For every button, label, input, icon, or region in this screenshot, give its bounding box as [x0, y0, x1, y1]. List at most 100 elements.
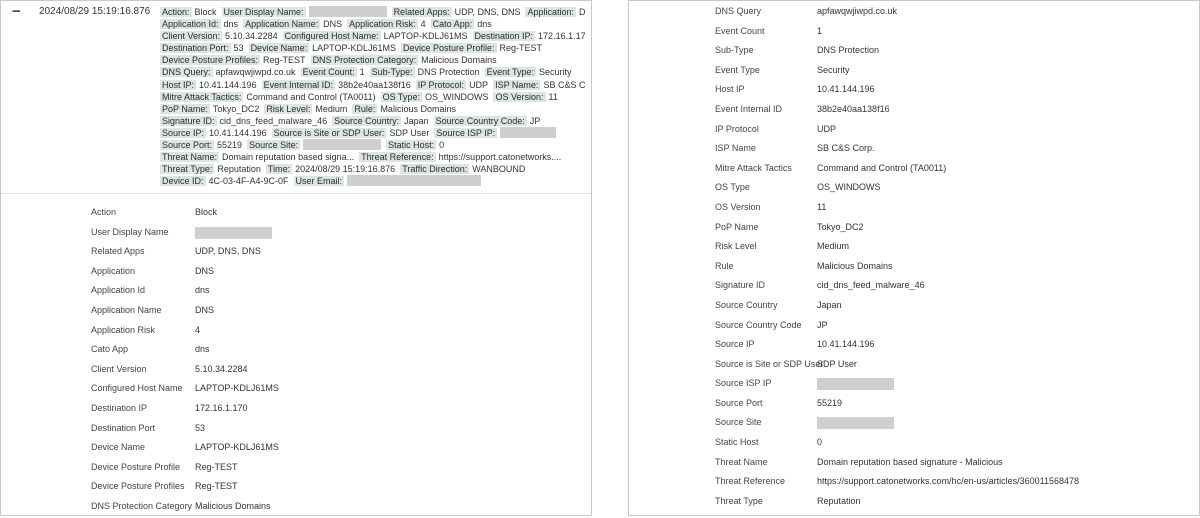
detail-value: DNS	[195, 265, 215, 276]
field-key-tag[interactable]: Sub-Type:	[369, 67, 415, 78]
field-value: apfawqwjiwpd.co.uk	[215, 67, 296, 78]
detail-value: 2024/08/29 15:19:16.876	[817, 511, 917, 515]
field-key-tag[interactable]: Source ISP IP:	[434, 127, 498, 138]
field-value: dns	[223, 19, 239, 30]
field-value: 38b2e40aa138f16	[338, 79, 411, 90]
field-key-tag[interactable]: Application Name:	[243, 19, 321, 30]
detail-label: Signature ID	[715, 280, 766, 291]
field-key-tag[interactable]: OS Version:	[493, 91, 546, 102]
field-value: cid_dns_feed_malware_46	[219, 115, 328, 126]
field-key-tag[interactable]: Application Risk:	[347, 19, 418, 30]
detail-label: Event Internal ID	[715, 103, 783, 114]
detail-label: Rule	[715, 260, 734, 271]
detail-label: Source is Site or SDP User	[715, 358, 824, 369]
field-value: 172.16.1.170	[538, 31, 585, 42]
field-key-tag[interactable]: Device Posture Profiles:	[160, 55, 261, 66]
field-key-tag[interactable]: DNS Query:	[160, 67, 213, 78]
field-key-tag[interactable]: User Email:	[293, 176, 345, 187]
field-key-tag[interactable]: ISP Name:	[493, 79, 541, 90]
detail-label: DNS Query	[715, 6, 762, 16]
field-key-tag[interactable]: Application:	[525, 7, 576, 17]
field-key-tag[interactable]: Threat Type:	[160, 164, 215, 175]
redacted-value	[195, 226, 272, 239]
redacted-value	[500, 126, 557, 138]
field-value: 10.41.144.196	[209, 127, 267, 138]
field-key-tag[interactable]: OS Type:	[380, 91, 422, 102]
field-key-tag[interactable]: Application Id:	[160, 19, 221, 30]
detail-value: UDP, DNS, DNS	[195, 246, 261, 257]
field-value: Reg-TEST	[499, 43, 543, 54]
field-key-tag[interactable]: Source Port:	[160, 140, 215, 151]
detail-label: IP Protocol	[715, 123, 759, 134]
detail-label: Destination Port	[91, 422, 156, 433]
detail-label: Threat Type	[715, 495, 763, 506]
field-key-tag[interactable]: Static Host:	[386, 140, 437, 151]
field-key-tag[interactable]: Source is Site or SDP User:	[271, 127, 387, 138]
field-value: Reputation	[217, 164, 261, 175]
field-key-tag[interactable]: Event Type:	[484, 67, 537, 78]
detail-value: 0	[817, 437, 823, 448]
field-key-tag[interactable]: Threat Reference:	[359, 152, 436, 163]
field-key-tag[interactable]: Device Name:	[248, 43, 310, 54]
field-key-tag[interactable]: Source Site:	[247, 140, 301, 151]
field-key-tag[interactable]: Client Version:	[160, 31, 223, 42]
field-key-tag[interactable]: Rule:	[352, 103, 378, 114]
field-key-tag[interactable]: Time:	[265, 164, 293, 175]
event-summary-row[interactable]: − 2024/08/29 15:19:16.876 Action: Block Us…	[1, 1, 591, 194]
minus-icon[interactable]: −	[12, 1, 21, 23]
detail-label: Event Type	[715, 64, 760, 75]
field-key-tag[interactable]: Threat Name:	[160, 152, 220, 163]
detail-label: Risk Level	[715, 241, 757, 252]
field-key-tag[interactable]: Host IP:	[160, 79, 197, 90]
field-key-tag[interactable]: Device Posture Profile:	[400, 43, 497, 54]
field-value: LAPTOP-KDLJ61MS	[312, 43, 396, 54]
field-key-tag[interactable]: Traffic Direction:	[400, 164, 470, 175]
detail-label: OS Version	[715, 201, 761, 212]
field-key-tag[interactable]: Destination Port:	[160, 43, 231, 54]
field-value: DNS	[579, 7, 585, 17]
field-key-tag[interactable]: Mitre Attack Tactics:	[160, 91, 244, 102]
field-key-tag[interactable]: Signature ID:	[160, 115, 217, 126]
event-tag-line: Device Posture Profiles: Reg-TEST DNS Prot…	[160, 54, 585, 66]
field-key-tag[interactable]: Source IP:	[160, 127, 207, 138]
detail-label: DNS Protection Category	[91, 500, 193, 511]
detail-label: Application Risk	[91, 324, 156, 335]
field-key-tag[interactable]: Related Apps:	[391, 7, 452, 17]
detail-label: User Display Name	[91, 226, 169, 237]
event-tag-line: Device ID: 4C-03-4F-A4-9C-0F User Email:	[160, 175, 585, 187]
field-value: DNS Protection	[417, 67, 480, 78]
redacted-value	[817, 378, 894, 391]
field-key-tag[interactable]: IP Protocol:	[415, 79, 467, 90]
field-key-tag[interactable]: Event Internal ID:	[261, 79, 336, 90]
field-key-tag[interactable]: PoP Name:	[160, 103, 210, 114]
detail-value: dns	[195, 344, 210, 355]
field-key-tag[interactable]: Risk Level:	[264, 103, 313, 114]
field-key-tag[interactable]: DNS Protection Category:	[310, 55, 419, 66]
field-value: UDP, DNS, DNS	[454, 7, 521, 17]
detail-label: Static Host	[715, 437, 759, 448]
field-value: https://support.catonetworks....	[438, 152, 562, 163]
field-key-tag[interactable]: Event Count:	[300, 67, 357, 78]
detail-value: Domain reputation based signature - Mali…	[817, 456, 1003, 467]
field-key-tag[interactable]: Device ID:	[160, 176, 206, 187]
field-key-tag[interactable]: Source Country Code:	[433, 115, 527, 126]
signature-id-link[interactable]: cid_dns_feed_malware_46	[817, 276, 925, 296]
field-key-tag[interactable]: Destination IP:	[472, 31, 536, 42]
field-value: LAPTOP-KDLJ61MS	[383, 31, 468, 42]
detail-value: Security	[817, 64, 850, 75]
detail-value: UDP	[817, 123, 837, 134]
detail-label: Source IP	[715, 339, 755, 350]
detail-label: Sub-Type	[715, 45, 754, 56]
field-key-tag[interactable]: Configured Host Name:	[282, 31, 381, 42]
field-key-tag[interactable]: Cato App:	[430, 19, 475, 30]
detail-value: 38b2e40aa138f16	[817, 103, 890, 114]
field-key-tag[interactable]: User Display Name:	[221, 7, 306, 17]
field-key-tag[interactable]: Source Country:	[332, 115, 402, 126]
field-key-tag[interactable]: Action:	[160, 7, 192, 17]
event-tag-line: DNS Query: apfawqwjiwpd.co.uk Event Count:…	[160, 66, 585, 78]
detail-value: 55219	[817, 397, 843, 408]
detail-value: Reg-TEST	[195, 481, 238, 492]
detail-value: DNS	[195, 304, 215, 315]
field-value: Reg-TEST	[263, 55, 306, 66]
detail-value: LAPTOP-KDLJ61MS	[195, 383, 279, 394]
